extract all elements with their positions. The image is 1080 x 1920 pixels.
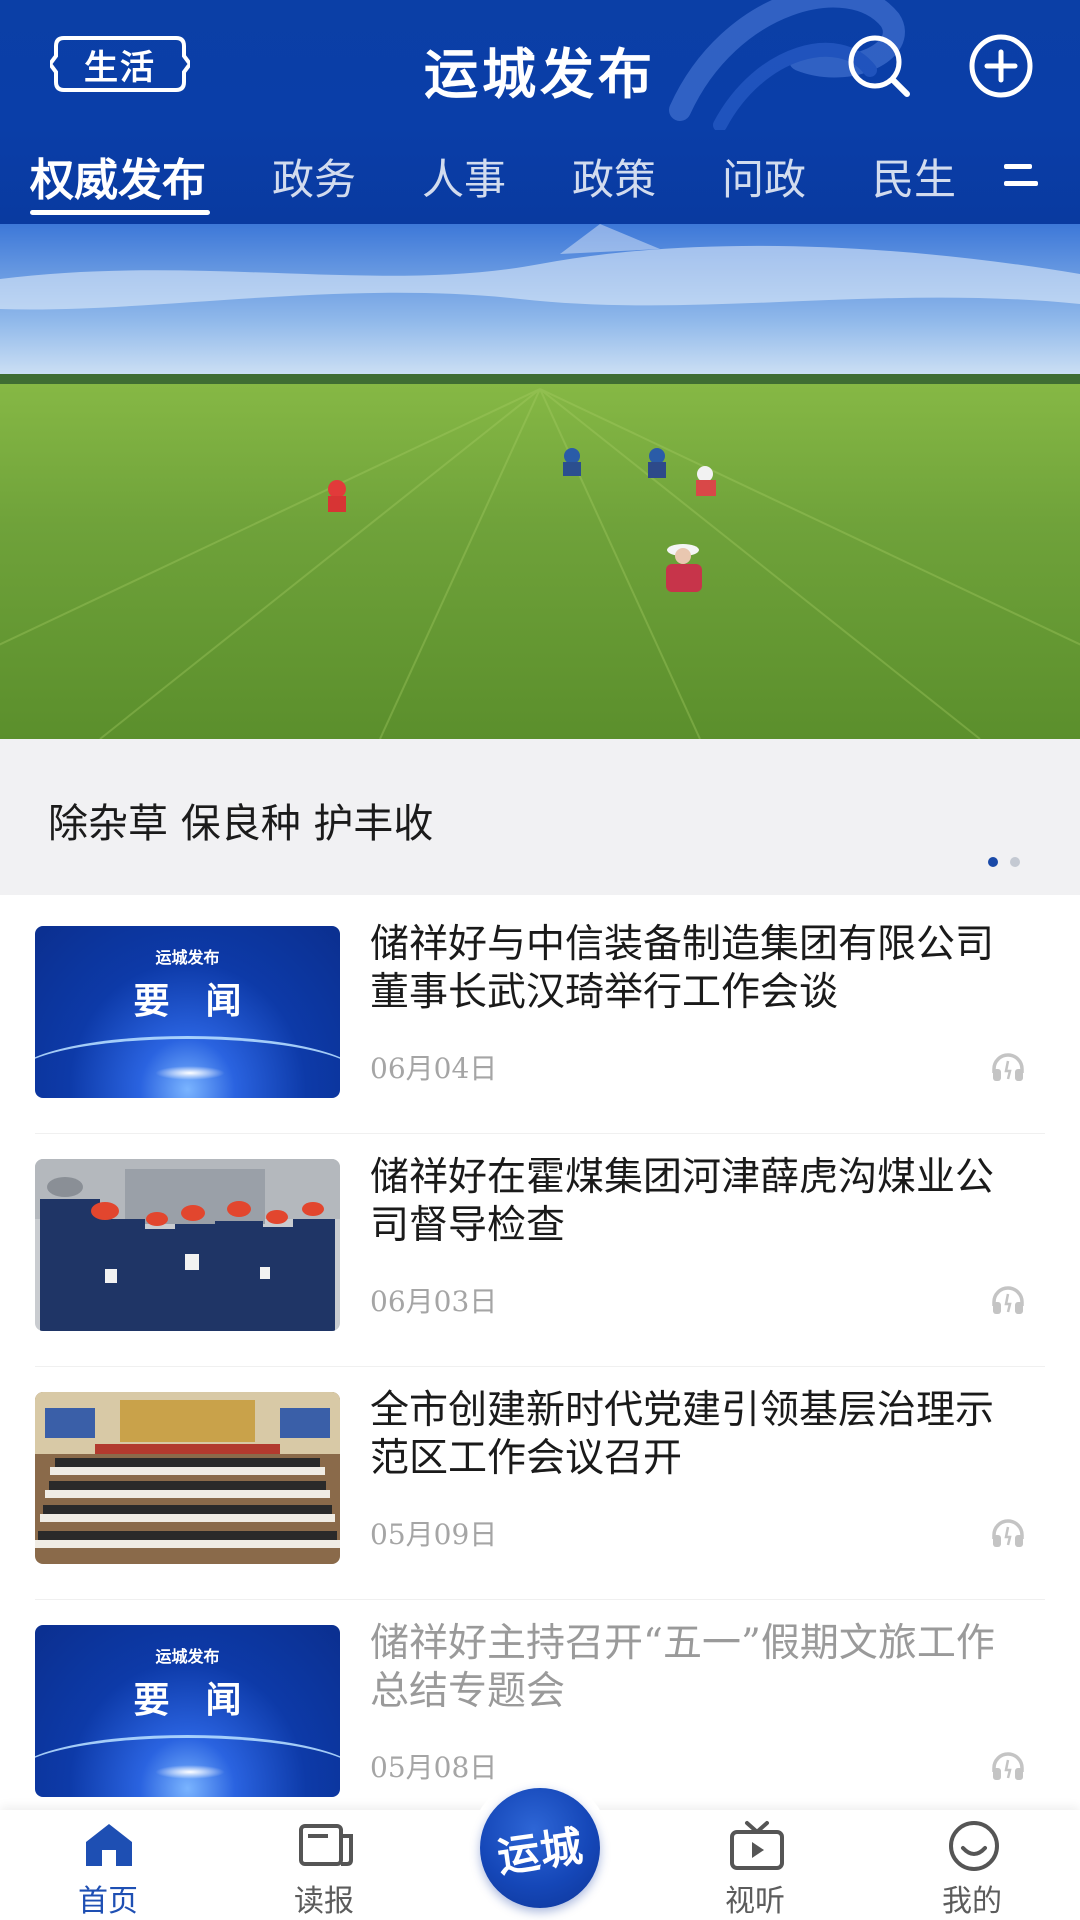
nav-newspaper-label: 读报 — [294, 1884, 354, 1919]
center-logo-label: 运城 — [494, 1820, 587, 1882]
banner-image — [0, 224, 1080, 739]
headphones-icon[interactable] — [990, 1051, 1026, 1083]
thumb-brand-small: 运城发布 — [155, 948, 220, 967]
headphones-icon[interactable] — [990, 1750, 1026, 1782]
add-button[interactable] — [967, 32, 1035, 100]
tab-authority[interactable]: 权威发布 — [30, 144, 206, 208]
search-button[interactable] — [845, 32, 913, 100]
news-date: 06月04日 — [370, 1052, 498, 1085]
news-title: 储祥好与中信装备制造集团有限公司董事长武汉琦举行工作会谈 — [370, 922, 995, 1015]
news-thumbnail — [35, 1392, 340, 1564]
banner-carousel[interactable] — [0, 224, 1080, 739]
thumb-brand-big: 要闻 — [133, 1680, 278, 1721]
thumb-brand-small: 运城发布 — [155, 1647, 220, 1666]
thumb-glow — [155, 1765, 225, 1779]
nav-center-button[interactable]: 运城 — [470, 1776, 610, 1916]
news-item[interactable]: 储祥好在霍煤集团河津薛虎沟煤业公司督导检查 06月03日 — [0, 1134, 1080, 1367]
carousel-dot-active[interactable] — [988, 857, 998, 867]
active-tab-indicator — [30, 210, 210, 215]
nav-profile[interactable]: 我的 — [902, 1810, 1042, 1920]
tab-inquiry[interactable]: 问政 — [722, 146, 806, 207]
news-title: 全市创建新时代党建引领基层治理示范区工作会议召开 — [370, 1388, 995, 1481]
smile-icon — [949, 1821, 999, 1871]
thumb-glow — [155, 1066, 225, 1080]
news-date: 06月03日 — [370, 1285, 498, 1318]
tab-more-icon[interactable] — [1000, 158, 1040, 194]
banner-caption: 除杂草 保良种 护丰收 — [48, 801, 434, 847]
newspaper-icon — [299, 1824, 353, 1866]
home-icon — [86, 1824, 132, 1866]
news-title: 储祥好在霍煤集团河津薛虎沟煤业公司督导检查 — [370, 1155, 995, 1248]
news-date: 05月08日 — [370, 1751, 498, 1784]
carousel-dot[interactable] — [1010, 857, 1020, 867]
center-logo: 运城 — [480, 1788, 600, 1908]
news-item[interactable]: 全市创建新时代党建引领基层治理示范区工作会议召开 05月09日 — [0, 1367, 1080, 1600]
channel-tabs: 权威发布 政务 人事 政策 问政 民生 — [0, 136, 1080, 216]
thumb-brand-big: 要闻 — [133, 981, 278, 1022]
tab-policy[interactable]: 政策 — [572, 146, 656, 207]
news-thumbnail: 运城发布 要闻 — [35, 1625, 340, 1797]
banner-caption-area[interactable]: 除杂草 保良种 护丰收 — [0, 739, 1080, 895]
nav-profile-label: 我的 — [942, 1884, 1002, 1919]
nav-video[interactable]: 视听 — [685, 1810, 825, 1920]
headphones-icon[interactable] — [990, 1284, 1026, 1316]
nav-video-label: 视听 — [725, 1884, 785, 1919]
life-button-label: 生活 — [84, 47, 156, 88]
tv-icon — [730, 1821, 784, 1870]
life-button[interactable]: 生活 — [50, 34, 190, 94]
news-title: 储祥好主持召开“五一”假期文旅工作总结专题会 — [370, 1621, 995, 1714]
workers-photo — [35, 1159, 340, 1331]
nav-home[interactable]: 首页 — [38, 1810, 178, 1920]
search-icon — [848, 35, 910, 97]
tab-livelihood[interactable]: 民生 — [872, 146, 956, 207]
meeting-photo — [35, 1392, 340, 1564]
tab-government-affairs[interactable]: 政务 — [272, 146, 356, 207]
news-thumbnail: 运城发布 要闻 — [35, 926, 340, 1098]
headphones-icon[interactable] — [990, 1517, 1026, 1549]
nav-home-label: 首页 — [78, 1884, 138, 1919]
nav-newspaper[interactable]: 读报 — [254, 1810, 394, 1920]
news-date: 05月09日 — [370, 1518, 498, 1551]
news-thumbnail — [35, 1159, 340, 1331]
plus-circle-icon — [969, 34, 1033, 98]
app-header: 生活 运城发布 权威发布 政务 人事 政策 问政 民生 — [0, 0, 1080, 224]
news-item[interactable]: 运城发布 要闻 储祥好与中信装备制造集团有限公司董事长武汉琦举行工作会谈 06月… — [0, 901, 1080, 1134]
tab-personnel[interactable]: 人事 — [422, 146, 506, 207]
